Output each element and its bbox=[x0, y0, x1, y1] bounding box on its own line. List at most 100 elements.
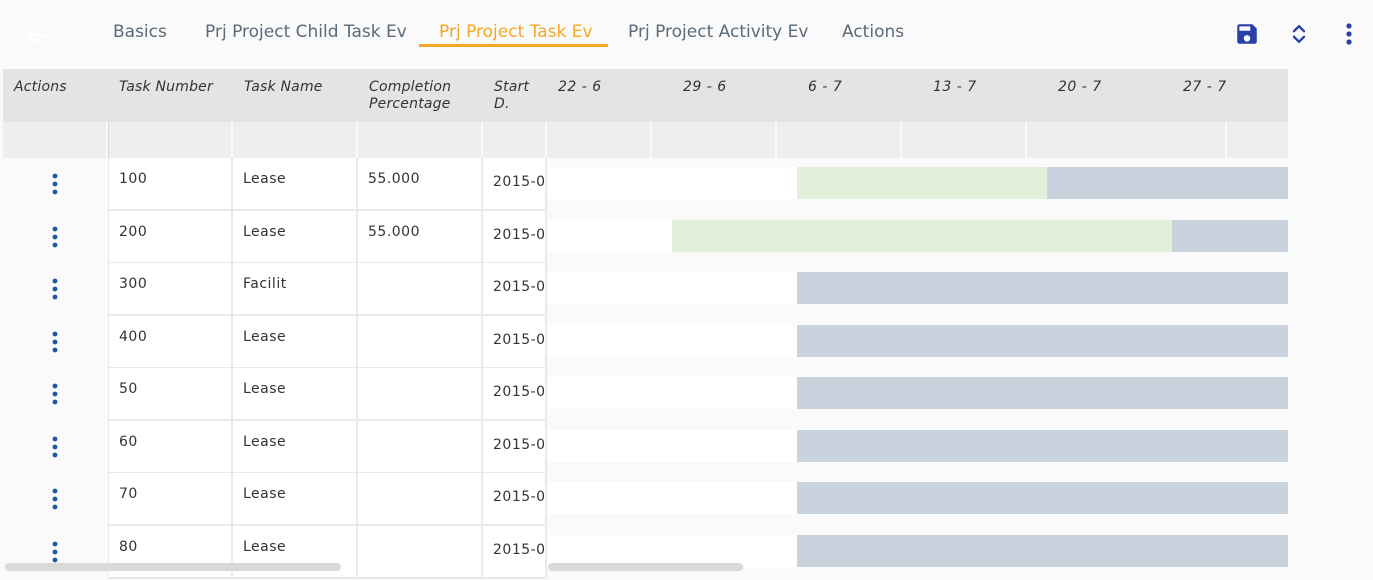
row-actions-menu-icon[interactable] bbox=[49, 540, 61, 564]
cell-task-number[interactable]: 60 bbox=[108, 420, 233, 474]
cell-task-number[interactable]: 300 bbox=[108, 263, 233, 316]
cell-completion[interactable] bbox=[358, 315, 483, 369]
row-actions-menu-icon[interactable] bbox=[49, 382, 61, 406]
table-row[interactable]: 100 Lease 55.000 2015-07 bbox=[3, 158, 547, 211]
back-button[interactable] bbox=[22, 20, 52, 50]
gantt-bar-progress[interactable] bbox=[672, 219, 1172, 252]
gantt-bar-remaining[interactable] bbox=[797, 482, 1288, 514]
grid-horizontal-scrollbar[interactable] bbox=[5, 563, 341, 571]
more-vertical-icon bbox=[1346, 23, 1352, 45]
cell-start[interactable]: 2015-07 bbox=[483, 525, 547, 579]
expand-collapse-icon bbox=[1292, 25, 1306, 43]
row-actions-cell bbox=[3, 210, 108, 264]
row-actions-cell bbox=[3, 263, 108, 316]
tab-basics[interactable]: Basics bbox=[113, 22, 167, 42]
active-tab-indicator bbox=[419, 44, 608, 47]
cell-start[interactable]: 2015-07 bbox=[483, 368, 547, 421]
table-row[interactable]: 400 Lease 2015-07 bbox=[3, 315, 547, 369]
table-row[interactable]: 50 Lease 2015-07 bbox=[3, 368, 547, 421]
cell-completion[interactable] bbox=[358, 368, 483, 421]
tab-prj-project-task-ev[interactable]: Prj Project Task Ev bbox=[439, 22, 593, 42]
column-header-start-date[interactable]: Start D. bbox=[494, 79, 547, 113]
tab-prj-project-child-task-ev[interactable]: Prj Project Child Task Ev bbox=[205, 22, 407, 42]
cell-task-name-text: Facilit bbox=[243, 276, 287, 292]
save-button[interactable] bbox=[1234, 20, 1260, 48]
more-options-button[interactable] bbox=[1336, 20, 1362, 48]
cell-task-name[interactable]: Lease bbox=[233, 473, 358, 526]
cell-start-text: 2015-0 bbox=[493, 226, 546, 243]
cell-completion[interactable]: 55.000 bbox=[358, 210, 483, 264]
table-row[interactable]: 300 Facilit 2015-07 bbox=[3, 263, 547, 316]
tab-actions[interactable]: Actions bbox=[842, 22, 904, 42]
expand-collapse-button[interactable] bbox=[1286, 20, 1312, 48]
table-row[interactable]: 200 Lease 55.000 2015-0 bbox=[3, 210, 547, 264]
cell-task-number[interactable]: 200 bbox=[108, 210, 233, 264]
cell-task-number-text: 400 bbox=[119, 328, 148, 345]
arrow-left-icon bbox=[27, 25, 47, 45]
gantt-chart: 22 - 6 29 - 6 6 - 7 13 - 7 20 - 7 27 - 7 bbox=[547, 69, 1288, 580]
cell-task-name[interactable]: Facilit bbox=[233, 263, 358, 316]
cell-start-text: 2015-07 bbox=[493, 436, 546, 453]
gantt-bar-remaining[interactable] bbox=[797, 272, 1288, 304]
cell-start-text: 2015-07 bbox=[493, 174, 546, 190]
gantt-header: 22 - 6 29 - 6 6 - 7 13 - 7 20 - 7 27 - 7 bbox=[547, 69, 1288, 122]
cell-task-name[interactable]: Lease bbox=[233, 420, 358, 474]
cell-task-name[interactable]: Lease bbox=[233, 158, 358, 211]
row-actions-menu-icon[interactable] bbox=[49, 435, 61, 459]
gantt-filter-cell bbox=[1027, 122, 1227, 158]
cell-completion[interactable] bbox=[358, 473, 483, 526]
row-actions-menu-icon[interactable] bbox=[49, 225, 61, 249]
cell-start[interactable]: 2015-07 bbox=[483, 420, 547, 474]
cell-task-number-text: 70 bbox=[119, 486, 138, 502]
row-actions-menu-icon[interactable] bbox=[49, 172, 61, 196]
gantt-bar-remaining[interactable] bbox=[797, 324, 1288, 357]
cell-task-number-text: 80 bbox=[119, 538, 138, 555]
filter-cell-task-number[interactable] bbox=[108, 122, 233, 158]
cell-completion[interactable] bbox=[358, 420, 483, 474]
cell-start[interactable]: 2015-0 bbox=[483, 210, 547, 264]
cell-completion[interactable]: 55.000 bbox=[358, 158, 483, 211]
cell-start[interactable]: 2015-07 bbox=[483, 315, 547, 369]
cell-task-name-text: Lease bbox=[243, 433, 287, 450]
gantt-bar-progress[interactable] bbox=[797, 167, 1047, 199]
cell-task-name[interactable]: Lease bbox=[233, 368, 358, 421]
cell-task-number[interactable]: 50 bbox=[108, 368, 233, 421]
cell-completion[interactable] bbox=[358, 263, 483, 316]
cell-task-name-text: Lease bbox=[243, 171, 287, 187]
cell-task-name[interactable]: Lease bbox=[233, 210, 358, 264]
gantt-bar-remaining[interactable] bbox=[1172, 219, 1288, 252]
cell-task-name[interactable]: Lease bbox=[233, 315, 358, 369]
gantt-bar-remaining[interactable] bbox=[797, 534, 1288, 567]
save-icon bbox=[1237, 24, 1257, 44]
tab-prj-project-activity-ev[interactable]: Prj Project Activity Ev bbox=[628, 22, 808, 42]
column-header-task-number[interactable]: Task Number bbox=[119, 79, 213, 96]
row-actions-menu-icon[interactable] bbox=[49, 277, 61, 301]
gantt-row bbox=[547, 324, 1288, 357]
gantt-bar-remaining[interactable] bbox=[797, 377, 1288, 409]
cell-task-number[interactable]: 100 bbox=[108, 158, 233, 211]
cell-start[interactable]: 2015-07 bbox=[483, 473, 547, 526]
column-header-task-name[interactable]: Task Name bbox=[244, 79, 323, 96]
gantt-bar-remaining[interactable] bbox=[1047, 167, 1288, 199]
column-header-actions[interactable]: Actions bbox=[14, 79, 67, 96]
gantt-horizontal-scrollbar[interactable] bbox=[548, 563, 743, 571]
filter-cell-start-date[interactable] bbox=[483, 122, 547, 158]
row-actions-cell bbox=[3, 315, 108, 369]
cell-task-number[interactable]: 70 bbox=[108, 473, 233, 526]
project-task-gantt-view: Basics Prj Project Child Task Ev Prj Pro… bbox=[0, 0, 1373, 580]
table-row[interactable]: 70 Lease 2015-07 bbox=[3, 473, 547, 526]
gantt-filter-cell bbox=[547, 122, 652, 158]
column-header-completion-percentage[interactable]: Completion Percentage bbox=[369, 79, 451, 113]
table-row[interactable]: 60 Lease 2015-07 bbox=[3, 420, 547, 474]
filter-cell-completion[interactable] bbox=[358, 122, 483, 158]
cell-completion[interactable] bbox=[358, 525, 483, 579]
cell-task-number[interactable]: 400 bbox=[108, 315, 233, 369]
cell-start[interactable]: 2015-07 bbox=[483, 158, 547, 211]
cell-task-number-text: 60 bbox=[119, 433, 138, 450]
row-actions-menu-icon[interactable] bbox=[49, 330, 61, 354]
cell-start[interactable]: 2015-07 bbox=[483, 263, 547, 316]
gantt-bar-remaining[interactable] bbox=[797, 429, 1288, 462]
row-actions-menu-icon[interactable] bbox=[49, 487, 61, 511]
filter-cell-task-name[interactable] bbox=[233, 122, 358, 158]
gantt-row bbox=[547, 534, 1288, 567]
